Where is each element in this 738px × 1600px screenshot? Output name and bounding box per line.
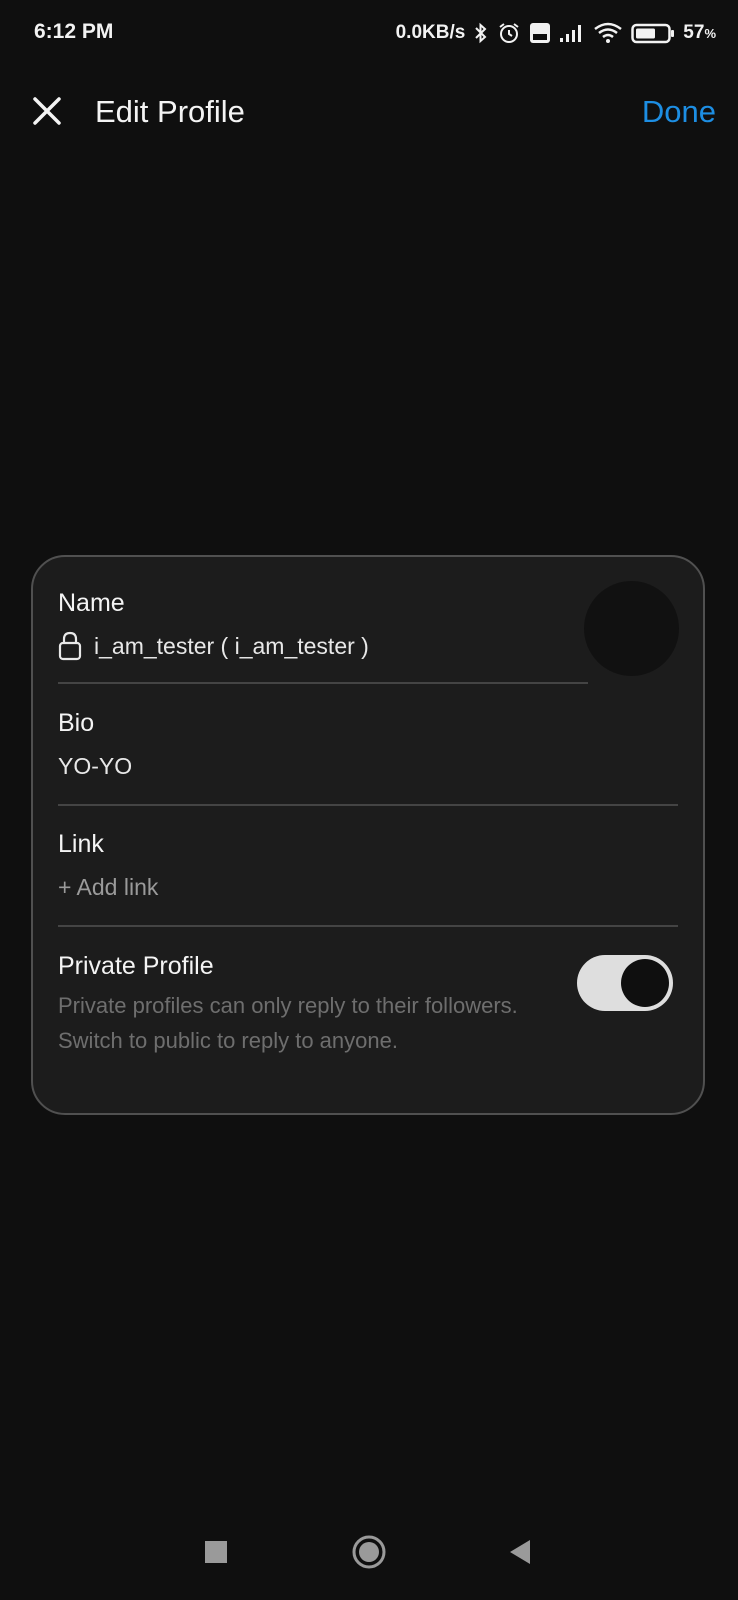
- link-label: Link: [58, 830, 104, 858]
- close-button[interactable]: [26, 92, 68, 134]
- wifi-icon: [593, 21, 623, 45]
- bio-divider: [58, 804, 678, 806]
- private-profile-toggle[interactable]: [577, 955, 673, 1011]
- private-profile-description: Private profiles can only reply to their…: [58, 993, 518, 1053]
- lock-icon: [58, 631, 82, 661]
- recents-button[interactable]: [194, 1530, 238, 1574]
- bluetooth-icon: [473, 21, 489, 45]
- name-label: Name: [58, 589, 125, 617]
- battery-percent: 57%: [683, 22, 716, 43]
- bio-value: YO-YO: [58, 753, 133, 779]
- status-icons: 0.0KB/s 57%: [396, 18, 716, 48]
- private-profile-label: Private Profile: [58, 952, 214, 980]
- name-field[interactable]: Name i_am_tester ( i_am_tester ): [58, 587, 369, 661]
- name-divider: [58, 682, 588, 684]
- alarm-icon: [497, 21, 521, 45]
- system-navigation-bar: [0, 1520, 738, 1600]
- status-time: 6:12 PM: [34, 20, 114, 43]
- bio-field[interactable]: Bio YO-YO: [58, 707, 132, 781]
- avatar[interactable]: [584, 581, 679, 676]
- volte-icon: [529, 21, 551, 45]
- toggle-knob: [621, 959, 669, 1007]
- link-divider: [58, 925, 678, 927]
- network-speed: 0.0KB/s: [395, 22, 466, 43]
- signal-icon: [559, 22, 585, 44]
- edit-profile-card: Name i_am_tester ( i_am_tester ) Bio YO-…: [31, 555, 705, 1115]
- page-title: Edit Profile: [95, 94, 245, 129]
- add-link-placeholder: + Add link: [58, 874, 159, 900]
- close-icon: [32, 96, 62, 131]
- back-button[interactable]: [498, 1530, 542, 1574]
- bio-label: Bio: [58, 709, 95, 737]
- top-app-bar: Edit Profile Done: [0, 76, 738, 148]
- recents-square-icon: [204, 1540, 228, 1564]
- name-value-row: i_am_tester ( i_am_tester ): [58, 631, 369, 661]
- battery-icon: [631, 21, 675, 45]
- back-triangle-icon: [508, 1539, 532, 1565]
- status-bar: 6:12 PM 0.0KB/s 57%: [0, 0, 738, 68]
- link-field[interactable]: Link + Add link: [58, 828, 158, 902]
- private-profile-field: Private Profile Private profiles can onl…: [58, 950, 538, 1058]
- home-button[interactable]: [347, 1530, 391, 1574]
- done-button[interactable]: Done: [642, 92, 716, 132]
- name-value: i_am_tester ( i_am_tester ): [94, 633, 369, 659]
- home-circle-icon: [351, 1534, 387, 1570]
